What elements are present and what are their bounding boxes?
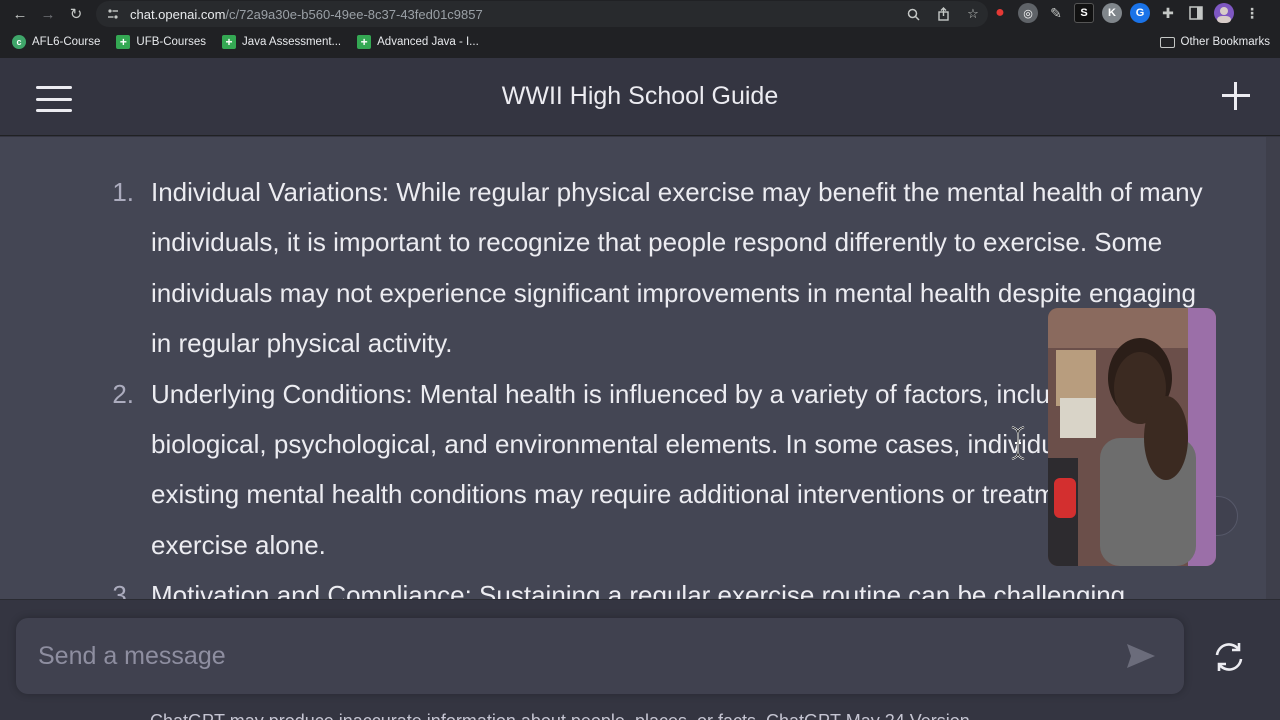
swirl-icon[interactable]: ◎ xyxy=(1018,3,1038,23)
list-text: Underlying Conditions: Mental health is … xyxy=(151,378,1198,560)
list-text: Motivation and Compliance: Sustaining a … xyxy=(151,580,1126,599)
share-icon[interactable] xyxy=(934,5,952,23)
menu-icon[interactable] xyxy=(36,86,72,112)
message-input[interactable] xyxy=(38,641,1098,671)
other-bookmarks[interactable]: Other Bookmarks xyxy=(1159,30,1270,54)
list-number: 3. xyxy=(112,580,134,599)
zoom-icon[interactable] xyxy=(904,5,922,23)
conversation-title: WWII High School Guide xyxy=(501,82,779,110)
profile-avatar[interactable] xyxy=(1214,3,1234,23)
bookmark-label: UFB-Courses xyxy=(136,36,207,48)
plus-icon: + xyxy=(357,35,372,49)
bookmark-label: Advanced Java - I... xyxy=(377,36,479,48)
disclaimer: ChatGPT may produce inaccurate informati… xyxy=(150,712,1250,720)
address-bar[interactable]: chat.openai.com/c/72a9a30e-b560-49ee-8c3… xyxy=(96,1,988,27)
message-composer[interactable] xyxy=(16,618,1184,694)
send-icon[interactable] xyxy=(1126,642,1156,670)
text-cursor-icon xyxy=(1011,426,1025,460)
g-extension-icon[interactable]: G xyxy=(1130,3,1150,23)
bookmark-label: AFL6-Course xyxy=(32,36,101,48)
bookmark-advanced-java[interactable]: + Advanced Java - I... xyxy=(357,35,479,49)
disclaimer-text: ChatGPT may produce inaccurate informati… xyxy=(150,712,1250,720)
browser-menu-icon[interactable]: ⋮ xyxy=(1242,3,1262,23)
bookmark-star-icon[interactable]: ☆ xyxy=(964,5,982,23)
app-header: WWII High School Guide xyxy=(0,58,1280,136)
site-info-icon[interactable] xyxy=(106,7,120,21)
url-host: chat.openai.com xyxy=(130,6,226,22)
list-item: 1. Individual Variations: While regular … xyxy=(100,167,1210,369)
bookmark-ufb-courses[interactable]: + UFB-Courses xyxy=(116,35,206,49)
plus-icon: + xyxy=(222,35,237,49)
forward-icon[interactable]: → xyxy=(34,0,62,28)
composer-area: ChatGPT may produce inaccurate informati… xyxy=(0,599,1280,720)
bookmarks-bar: c AFL6-Course + UFB-Courses + Java Asses… xyxy=(0,30,1280,54)
back-icon[interactable]: ← xyxy=(6,0,34,28)
list-number: 1. xyxy=(112,177,134,207)
bookmark-afl6-course[interactable]: c AFL6-Course xyxy=(12,35,100,49)
bookmark-java-assessment[interactable]: + Java Assessment... xyxy=(222,35,341,49)
pen-icon[interactable]: ✎ xyxy=(1046,3,1066,23)
puzzle-icon[interactable]: ✚ xyxy=(1158,3,1178,23)
extensions-bar: ● ◎ ✎ S K G ✚ ⋮ xyxy=(990,3,1262,23)
browser-chrome: ← → ↻ chat.openai.com/c/72a9a30e-b560-49… xyxy=(0,0,1280,58)
k-extension-icon[interactable]: K xyxy=(1102,3,1122,23)
webcam-overlay xyxy=(1048,308,1216,566)
s-extension-icon[interactable]: S xyxy=(1074,3,1094,23)
new-chat-icon[interactable] xyxy=(1220,80,1252,112)
red-drop-icon[interactable]: ● xyxy=(990,3,1010,23)
sidepanel-icon[interactable] xyxy=(1186,3,1206,23)
c-icon: c xyxy=(12,35,26,49)
list-item: 3. Motivation and Compliance: Sustaining… xyxy=(100,570,1210,599)
list-item: 2. Underlying Conditions: Mental health … xyxy=(100,369,1210,571)
list-number: 2. xyxy=(112,378,134,409)
folder-icon xyxy=(1159,36,1175,48)
plus-icon: + xyxy=(116,35,131,49)
other-bookmarks-label: Other Bookmarks xyxy=(1180,36,1270,48)
url-path: /c/72a9a30e-b560-49ee-8c37-43fed01c9857 xyxy=(225,6,483,22)
regenerate-icon[interactable] xyxy=(1212,640,1246,674)
bookmark-label: Java Assessment... xyxy=(242,36,342,48)
list-text: Individual Variations: While regular phy… xyxy=(151,177,1203,359)
scrollbar[interactable] xyxy=(1266,137,1280,599)
message-list: 1. Individual Variations: While regular … xyxy=(100,167,1210,599)
reload-icon[interactable]: ↻ xyxy=(62,0,90,28)
